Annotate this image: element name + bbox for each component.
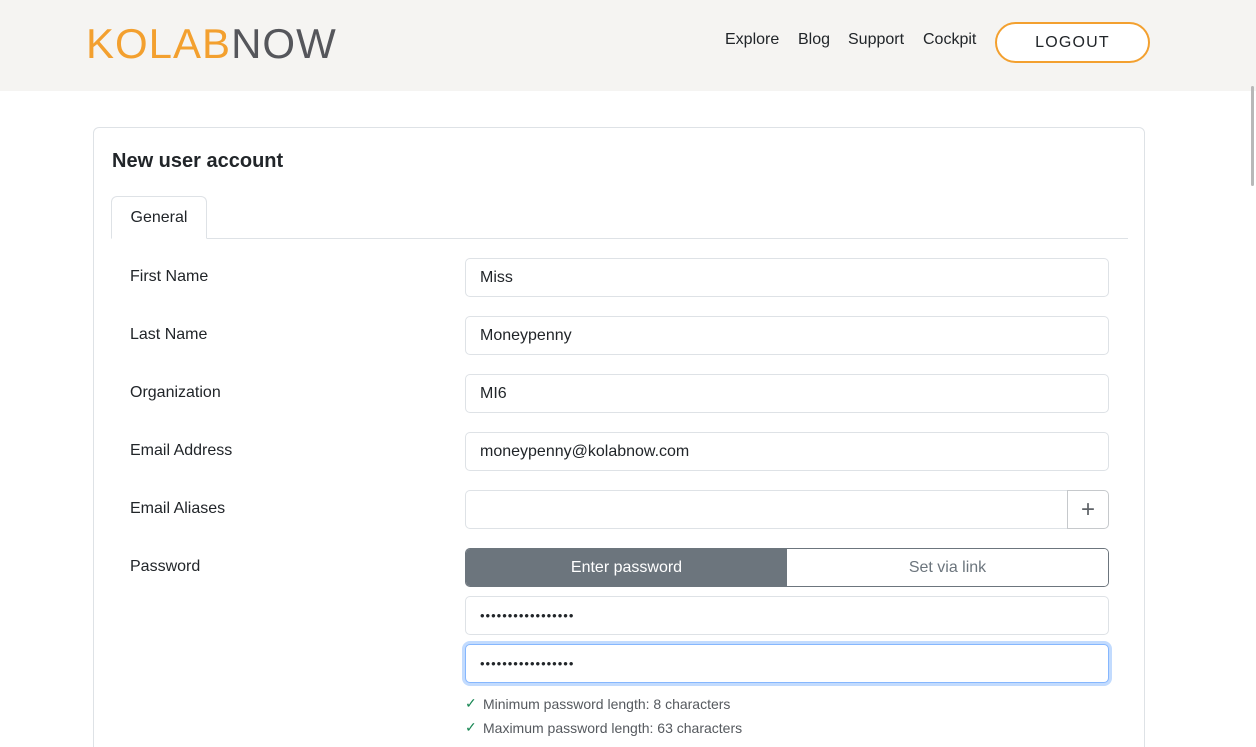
- kolabnow-logo[interactable]: KOLAB NOW: [86, 22, 337, 66]
- page-scrollbar[interactable]: [1251, 86, 1254, 186]
- enter-password-option[interactable]: Enter password: [466, 549, 787, 586]
- last-name-input[interactable]: [465, 316, 1109, 355]
- top-navbar: KOLAB NOW Explore Blog Support Cockpit LO…: [0, 0, 1256, 91]
- nav-link-explore[interactable]: Explore: [725, 31, 779, 49]
- logout-button[interactable]: LOGOUT: [995, 22, 1150, 63]
- organization-label: Organization: [130, 384, 221, 401]
- password-confirm-input[interactable]: [465, 644, 1109, 683]
- last-name-label: Last Name: [130, 326, 208, 343]
- check-icon: ✓: [465, 719, 477, 735]
- password-rule-text: Minimum password length: 8 characters: [483, 695, 731, 712]
- tab-general[interactable]: General: [111, 196, 207, 239]
- organization-input[interactable]: [465, 374, 1109, 413]
- nav-link-support[interactable]: Support: [848, 31, 904, 49]
- first-name-label: First Name: [130, 268, 209, 285]
- password-label: Password: [130, 558, 201, 575]
- password-rule-max-length: ✓ Maximum password length: 63 characters: [465, 719, 742, 736]
- email-aliases-label: Email Aliases: [130, 500, 226, 517]
- set-via-link-option[interactable]: Set via link: [787, 549, 1108, 586]
- page-title: New user account: [112, 150, 284, 172]
- user-form-card: New user account General First Name Last…: [93, 127, 1145, 747]
- logo-text-kolab: KOLAB: [86, 20, 232, 67]
- logo-text-now: NOW: [231, 20, 337, 67]
- password-rule-min-length: ✓ Minimum password length: 8 characters: [465, 695, 730, 712]
- nav-link-cockpit[interactable]: Cockpit: [923, 31, 976, 49]
- first-name-input[interactable]: [465, 258, 1109, 297]
- nav-link-blog[interactable]: Blog: [798, 31, 830, 49]
- check-icon: ✓: [465, 695, 477, 711]
- email-input[interactable]: [465, 432, 1109, 471]
- plus-icon: +: [1080, 495, 1095, 523]
- add-alias-button[interactable]: +: [1067, 490, 1109, 529]
- email-alias-input[interactable]: [465, 490, 1068, 529]
- email-aliases-group: +: [465, 490, 1109, 529]
- password-mode-toggle: Enter password Set via link: [465, 548, 1109, 587]
- password-input[interactable]: [465, 596, 1109, 635]
- tab-bar: General: [111, 196, 1128, 239]
- password-rule-text: Maximum password length: 63 characters: [483, 719, 743, 736]
- email-label: Email Address: [130, 442, 233, 459]
